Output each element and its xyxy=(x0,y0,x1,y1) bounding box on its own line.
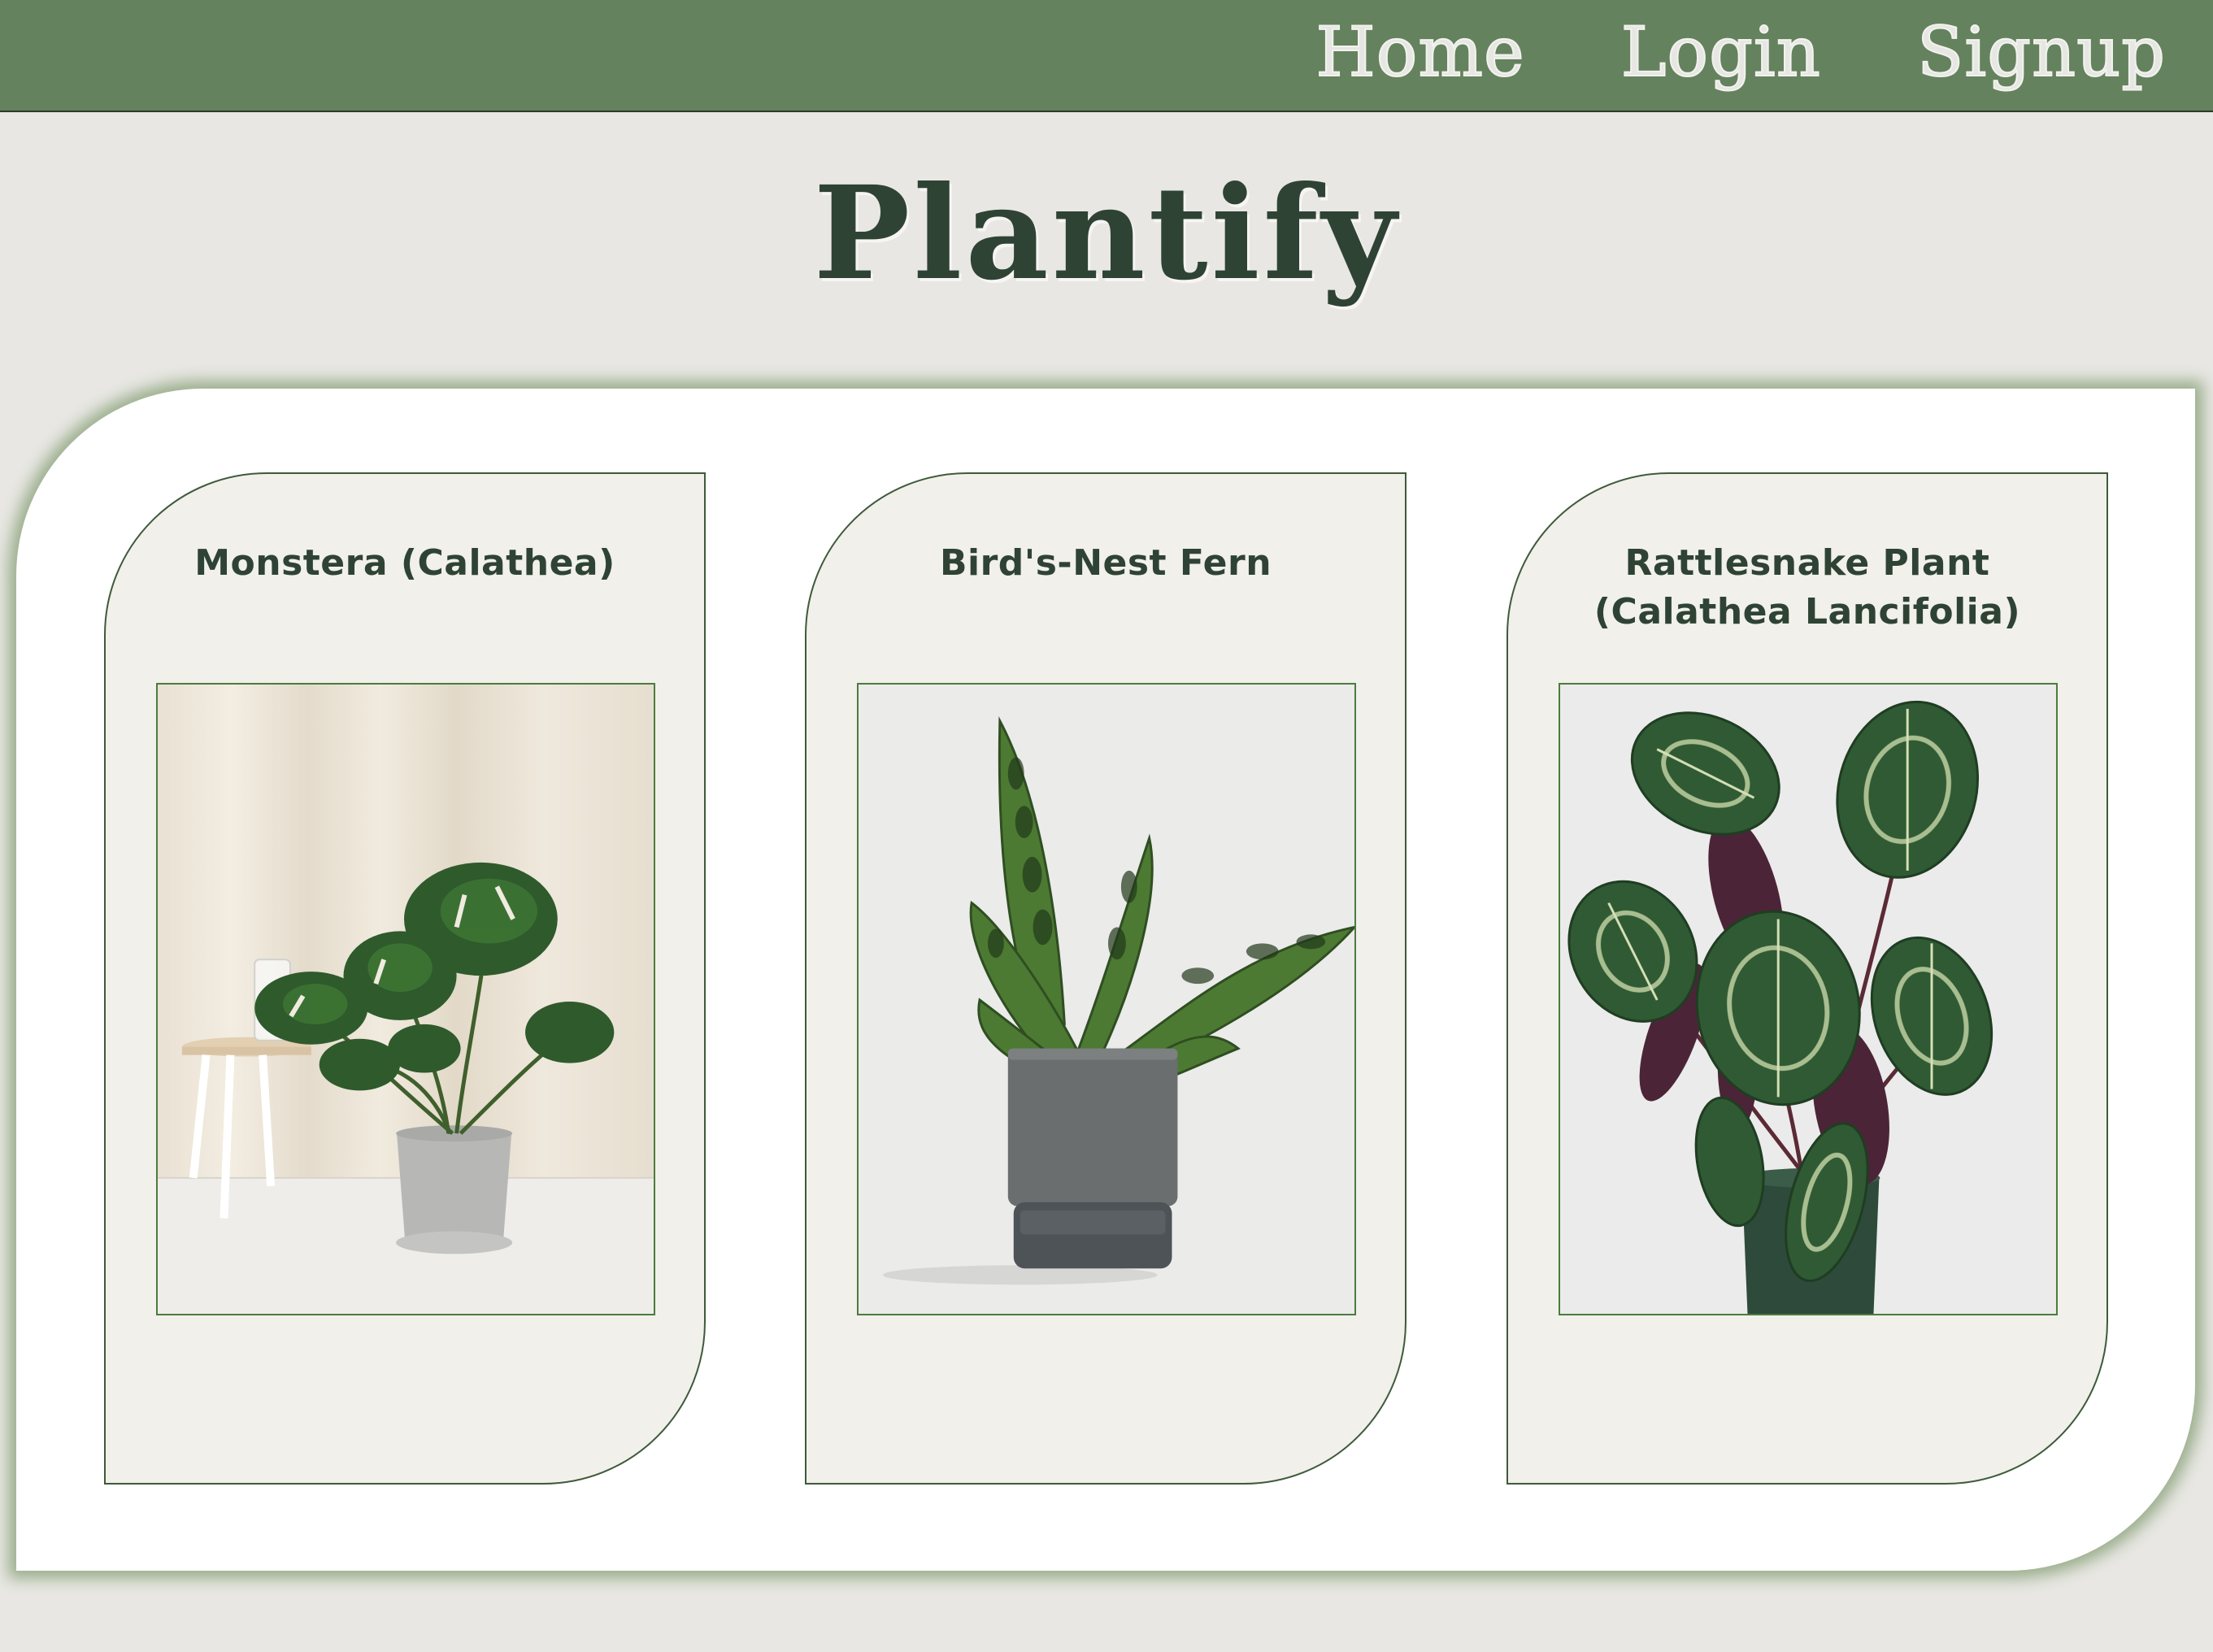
plant-card-monstera[interactable]: Monstera (Calathea) xyxy=(104,472,706,1485)
plant-card-birds-nest-fern[interactable]: Bird's-Nest Fern xyxy=(805,472,1406,1485)
nav-login-link[interactable]: Login xyxy=(1620,14,1821,91)
plant-name: Bird's-Nest Fern xyxy=(939,542,1272,584)
nav-links: Home Login Signup xyxy=(1315,14,2166,91)
site-title: Plantify xyxy=(813,159,1400,309)
monstera-photo[interactable] xyxy=(156,683,655,1315)
plant-gallery-panel: Monstera (Calathea) Bird's-Nest Fern Rat… xyxy=(16,389,2195,1571)
nav-signup-link[interactable]: Signup xyxy=(1916,14,2166,91)
plant-card-rattlesnake-plant[interactable]: Rattlesnake Plant (Calathea Lancifolia) xyxy=(1506,472,2108,1485)
plant-name: Monstera (Calathea) xyxy=(194,542,615,584)
plant-name: Rattlesnake Plant (Calathea Lancifolia) xyxy=(1593,542,2021,633)
top-navbar: Home Login Signup xyxy=(0,0,2213,112)
rattlesnake-plant-photo[interactable] xyxy=(1559,683,2058,1315)
birds-nest-fern-photo[interactable] xyxy=(857,683,1356,1315)
nav-home-link[interactable]: Home xyxy=(1315,14,1525,91)
